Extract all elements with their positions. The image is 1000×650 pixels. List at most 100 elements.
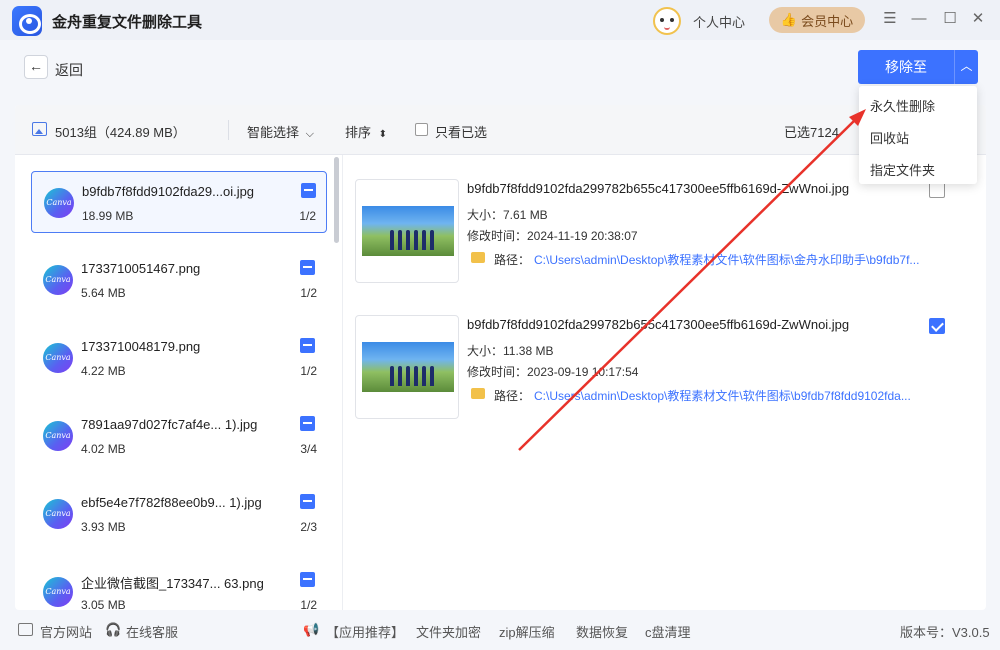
group-count: 1/2 bbox=[299, 209, 316, 223]
menu-item-permanent-delete[interactable]: 永久性删除 bbox=[870, 96, 935, 115]
image-icon bbox=[32, 122, 47, 136]
zip-extract-link[interactable]: zip解压缩 bbox=[499, 622, 555, 641]
group-checkbox[interactable] bbox=[300, 260, 315, 275]
app-logo-icon bbox=[12, 6, 42, 36]
list-item[interactable]: Canva 1733710048179.png 4.22 MB 1/2 bbox=[31, 327, 327, 389]
minimize-icon[interactable]: — bbox=[910, 10, 928, 28]
title-bar: 金舟重复文件删除工具 个人中心 👍 会员中心 ☰ — ☐ ✕ bbox=[0, 0, 1000, 40]
move-to-dropdown-menu: 永久性删除 回收站 指定文件夹 bbox=[859, 86, 977, 184]
chevron-down-icon: ⌵ bbox=[305, 128, 314, 140]
canva-icon: Canva bbox=[43, 577, 73, 607]
group-summary: 5013组（424.89 MB） bbox=[55, 125, 186, 140]
file-size: 大小：11.38 MB bbox=[467, 344, 554, 358]
canva-icon: Canva bbox=[43, 343, 73, 373]
online-service-link[interactable]: 在线客服 bbox=[126, 622, 178, 641]
group-file-name: b9fdb7f8fdd9102fda29...oi.jpg bbox=[82, 184, 255, 199]
selected-count: 已选7124 bbox=[784, 125, 839, 140]
file-path-label: 路径： bbox=[494, 253, 531, 267]
app-title: 金舟重复文件删除工具 bbox=[52, 14, 203, 31]
canva-icon: Canva bbox=[43, 499, 73, 529]
group-count: 2/3 bbox=[300, 520, 317, 534]
only-selected-label[interactable]: 只看已选 bbox=[435, 122, 487, 141]
group-count: 1/2 bbox=[300, 364, 317, 378]
sort-label: 排序 bbox=[345, 125, 372, 140]
list-item[interactable]: Canva 企业微信截图_173347... 63.png 3.05 MB 1/… bbox=[31, 561, 327, 610]
headset-icon: 🎧 bbox=[105, 622, 122, 637]
vip-center-label: 会员中心 bbox=[801, 13, 854, 29]
list-item[interactable]: Canva ebf5e4e7f782f88ee0b9... 1).jpg 3.9… bbox=[31, 483, 327, 545]
panel-divider bbox=[342, 155, 343, 610]
group-file-size: 4.02 MB bbox=[81, 442, 126, 456]
toolbar-divider bbox=[228, 120, 229, 140]
group-file-size: 5.64 MB bbox=[81, 286, 126, 300]
official-site-link[interactable]: 官方网站 bbox=[40, 622, 92, 641]
group-checkbox[interactable] bbox=[301, 183, 316, 198]
group-count: 1/2 bbox=[300, 286, 317, 300]
file-checkbox[interactable] bbox=[929, 182, 945, 198]
menu-item-recycle-bin[interactable]: 回收站 bbox=[870, 128, 909, 147]
file-name: b9fdb7f8fdd9102fda299782b655c417300ee5ff… bbox=[467, 181, 850, 196]
file-card: b9fdb7f8fdd9102fda299782b655c417300ee5ff… bbox=[355, 315, 955, 420]
photo-thumbnail-image bbox=[362, 342, 454, 392]
footer: 官方网站 🎧 在线客服 📢 【应用推荐】 文件夹加密 zip解压缩 数据恢复 c… bbox=[0, 612, 1000, 650]
user-avatar[interactable] bbox=[653, 7, 681, 35]
folder-icon bbox=[471, 252, 485, 263]
group-file-name: 企业微信截图_173347... 63.png bbox=[81, 576, 264, 591]
group-file-size: 3.93 MB bbox=[81, 520, 126, 534]
group-file-size: 3.05 MB bbox=[81, 598, 126, 610]
list-item[interactable]: Canva 1733710051467.png 5.64 MB 1/2 bbox=[31, 249, 327, 311]
folder-encrypt-link[interactable]: 文件夹加密 bbox=[416, 622, 481, 641]
smart-select-label: 智能选择 bbox=[247, 125, 300, 140]
vip-center-button[interactable]: 👍 会员中心 bbox=[769, 7, 865, 33]
file-thumbnail[interactable] bbox=[355, 179, 459, 283]
maximize-icon[interactable]: ☐ bbox=[941, 10, 959, 28]
back-arrow-icon[interactable]: ← bbox=[24, 55, 48, 79]
group-file-name: 1733710051467.png bbox=[81, 261, 201, 276]
back-button-label[interactable]: 返回 bbox=[55, 60, 83, 80]
file-path-link[interactable]: C:\Users\admin\Desktop\教程素材文件\软件图标\金舟水印助… bbox=[534, 251, 949, 268]
menu-icon[interactable]: ☰ bbox=[881, 10, 899, 28]
only-selected-checkbox[interactable] bbox=[415, 123, 428, 136]
list-item[interactable]: Canva 7891aa97d027fc7af4e... 1).jpg 4.02… bbox=[31, 405, 327, 467]
move-to-button[interactable]: 移除至 bbox=[858, 50, 954, 84]
group-checkbox[interactable] bbox=[300, 338, 315, 353]
file-path-label: 路径： bbox=[494, 389, 531, 403]
group-count: 3/4 bbox=[300, 442, 317, 456]
list-scrollbar[interactable] bbox=[334, 157, 339, 243]
group-checkbox[interactable] bbox=[300, 494, 315, 509]
group-checkbox[interactable] bbox=[300, 416, 315, 431]
thumbs-up-icon: 👍 bbox=[780, 12, 798, 27]
personal-center-link[interactable]: 个人中心 bbox=[693, 12, 745, 31]
menu-item-specified-folder[interactable]: 指定文件夹 bbox=[870, 160, 935, 179]
canva-icon: Canva bbox=[44, 188, 74, 218]
toolbar: 5013组（424.89 MB） 智能选择 ⌵ 排序 ⬍ 只看已选 bbox=[15, 105, 986, 155]
group-file-name: 7891aa97d027fc7af4e... 1).jpg bbox=[81, 417, 258, 432]
list-item[interactable]: Canva b9fdb7f8fdd9102fda29...oi.jpg 18.9… bbox=[31, 171, 327, 233]
file-checkbox[interactable] bbox=[929, 318, 945, 334]
file-thumbnail[interactable] bbox=[355, 315, 459, 419]
chevron-up-icon[interactable]: ︿ bbox=[954, 50, 978, 84]
group-file-size: 18.99 MB bbox=[82, 209, 134, 223]
sort-button[interactable]: 排序 ⬍ bbox=[345, 122, 387, 141]
sort-icon: ⬍ bbox=[378, 129, 388, 140]
file-modified-time: 修改时间：2023-09-19 10:17:54 bbox=[467, 365, 639, 379]
version-label: 版本号：V3.0.5 bbox=[900, 625, 990, 640]
group-count: 1/2 bbox=[300, 598, 317, 610]
folder-icon bbox=[471, 388, 485, 399]
file-modified-time: 修改时间：2024-11-19 20:38:07 bbox=[467, 229, 638, 243]
file-card: b9fdb7f8fdd9102fda299782b655c417300ee5ff… bbox=[355, 179, 955, 284]
canva-icon: Canva bbox=[43, 265, 73, 295]
file-size: 大小：7.61 MB bbox=[467, 208, 548, 222]
app-recommend-label: 【应用推荐】 bbox=[326, 625, 405, 640]
close-icon[interactable]: ✕ bbox=[969, 10, 987, 28]
photo-thumbnail-image bbox=[362, 206, 454, 256]
group-file-name: 1733710048179.png bbox=[81, 339, 201, 354]
smart-select-dropdown[interactable]: 智能选择 ⌵ bbox=[247, 122, 314, 141]
canva-icon: Canva bbox=[43, 421, 73, 451]
file-path-link[interactable]: C:\Users\admin\Desktop\教程素材文件\软件图标\b9fdb… bbox=[534, 387, 949, 404]
c-drive-clean-link[interactable]: c盘清理 bbox=[645, 622, 691, 641]
data-recovery-link[interactable]: 数据恢复 bbox=[576, 622, 628, 641]
group-list: Canva b9fdb7f8fdd9102fda29...oi.jpg 18.9… bbox=[15, 155, 342, 610]
group-checkbox[interactable] bbox=[300, 572, 315, 587]
file-name: b9fdb7f8fdd9102fda299782b655c417300ee5ff… bbox=[467, 317, 850, 332]
